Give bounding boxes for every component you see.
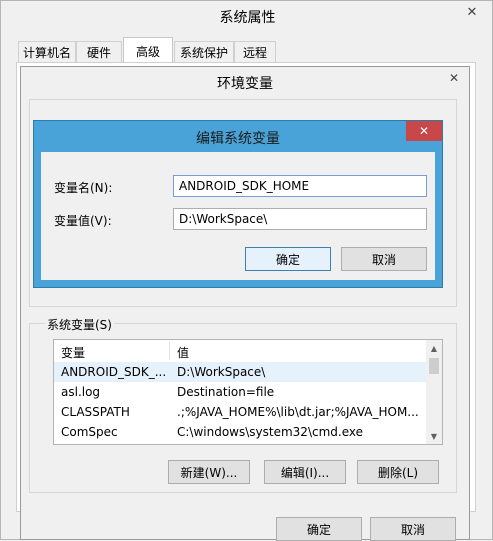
env-vars-title: 环境变量 — [217, 76, 273, 92]
var-name: ANDROID_SDK_... — [61, 365, 167, 379]
close-icon[interactable]: ✕ — [406, 121, 442, 141]
close-icon[interactable]: ✕ — [439, 69, 469, 87]
var-value: C:\windows\system32\cmd.exe — [177, 425, 363, 439]
column-divider[interactable] — [169, 342, 170, 360]
ok-button[interactable]: 确定 — [276, 517, 362, 541]
edit-dialog-title: 编辑系统变量 — [196, 131, 280, 147]
list-header: 变量 值 — [54, 340, 426, 362]
tab-label: 高级 — [135, 44, 160, 59]
system-properties-title: 系统属性 — [219, 10, 276, 26]
tab-hardware[interactable]: 硬件 — [76, 41, 122, 63]
tab-system-protection[interactable]: 系统保护 — [174, 41, 234, 63]
scrollbar-thumb[interactable] — [429, 358, 439, 374]
table-row[interactable]: asl.log Destination=file — [54, 382, 426, 402]
tab-computer-name[interactable]: 计算机名 — [18, 41, 76, 63]
vertical-scrollbar[interactable]: ▲ ▼ — [426, 340, 442, 444]
scroll-down-icon[interactable]: ▼ — [426, 428, 442, 444]
tab-label: 硬件 — [86, 46, 111, 60]
edit-cancel-button[interactable]: 取消 — [341, 247, 427, 271]
edit-variable-dialog: 编辑系统变量 ✕ 变量名(N): ANDROID_SDK_HOME 变量值(V)… — [33, 120, 443, 288]
tab-label: 远程 — [242, 46, 267, 60]
var-value: D:\WorkSpace\ — [177, 365, 266, 379]
close-icon[interactable]: ✕ — [456, 3, 488, 22]
table-row[interactable]: ComSpec C:\windows\system32\cmd.exe — [54, 422, 426, 442]
system-vars-list[interactable]: 变量 值 ANDROID_SDK_... D:\WorkSpace\ asl.l… — [53, 339, 443, 445]
cancel-button[interactable]: 取消 — [370, 517, 456, 541]
edit-button[interactable]: 编辑(I)... — [264, 460, 346, 484]
tab-advanced[interactable]: 高级 — [123, 37, 173, 64]
var-name: asl.log — [61, 385, 101, 399]
tab-label: 计算机名 — [22, 46, 71, 60]
tab-label: 系统保护 — [179, 46, 228, 60]
var-value: .;%JAVA_HOME%\lib\dt.jar;%JAVA_HOM... — [177, 405, 419, 419]
scroll-up-icon[interactable]: ▲ — [426, 340, 442, 356]
system-vars-label: 系统变量(S) — [45, 316, 114, 333]
var-name: ComSpec — [61, 425, 118, 439]
variable-name-label: 变量名(N): — [54, 181, 113, 195]
tab-remote[interactable]: 远程 — [234, 41, 276, 63]
new-button[interactable]: 新建(W)... — [168, 460, 250, 484]
edit-dialog-body: 变量名(N): ANDROID_SDK_HOME 变量值(V): D:\Work… — [41, 152, 435, 280]
edit-ok-button[interactable]: 确定 — [245, 247, 331, 271]
table-row[interactable]: ANDROID_SDK_... D:\WorkSpace\ — [54, 362, 426, 382]
var-value: Destination=file — [177, 385, 275, 399]
column-header-value[interactable]: 值 — [177, 344, 189, 361]
table-row[interactable]: CLASSPATH .;%JAVA_HOME%\lib\dt.jar;%JAVA… — [54, 402, 426, 422]
variable-name-input[interactable]: ANDROID_SDK_HOME — [173, 175, 427, 197]
variable-value-input[interactable]: D:\WorkSpace\ — [173, 208, 427, 230]
column-header-variable[interactable]: 变量 — [61, 344, 85, 361]
delete-button[interactable]: 删除(L) — [357, 460, 439, 484]
variable-value-label: 变量值(V): — [54, 214, 112, 228]
var-name: CLASSPATH — [61, 405, 130, 419]
